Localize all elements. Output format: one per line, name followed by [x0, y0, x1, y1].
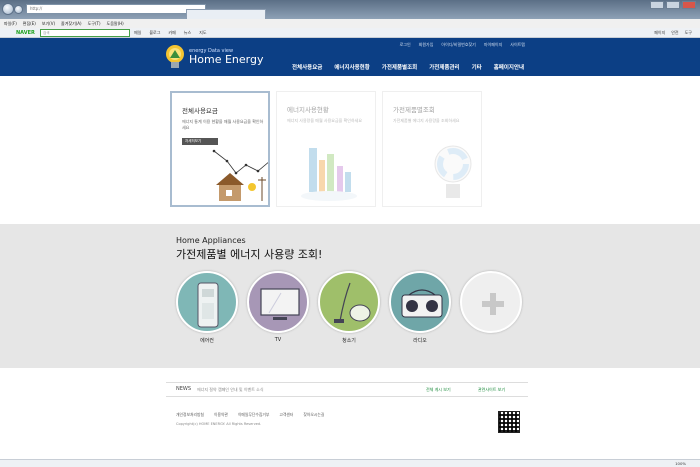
card-description: 가전제품별 에너지 사용량을 조회하세요	[393, 118, 460, 123]
card-description: 에너지 사용량을 매월 사용요금을 확인하세요	[287, 118, 363, 123]
news-headline[interactable]: 에너지 절약 캠페인 안내 및 이벤트 소식	[197, 383, 264, 396]
site-header: 로그인 회원가입 아이디/비밀번호찾기 마이페이지 사이트맵 energy Da…	[0, 38, 700, 76]
menu-tools[interactable]: 도구(T)	[88, 19, 101, 28]
card-appliance-lookup[interactable]: 가전제품별조회 가전제품별 에너지 사용량을 조회하세요	[382, 91, 482, 207]
card-total-fee[interactable]: 전체사용요금 에너지 통계 이용 현황을 매월 사용요금을 확인하세요 자세히보…	[170, 91, 270, 207]
browser-statusbar: 100%	[0, 459, 700, 467]
bulb-pie-illustration	[434, 145, 472, 198]
privacy-link[interactable]: 개인정보처리방침	[176, 412, 204, 418]
sitemap-link[interactable]: 사이트맵	[510, 42, 525, 48]
city-chart-illustration	[301, 148, 357, 201]
radio-icon[interactable]	[389, 271, 451, 333]
appliances-title-en: Home Appliances	[176, 236, 246, 245]
appliance-radio[interactable]: 라디오	[389, 271, 451, 344]
toolbar-safety[interactable]: 안전	[671, 28, 678, 38]
login-link[interactable]: 로그인	[400, 42, 411, 48]
tv-icon[interactable]	[247, 271, 309, 333]
appliance-label: TV	[274, 337, 282, 343]
card-title: 에너지사용현황	[287, 106, 329, 114]
window-controls	[650, 1, 696, 9]
footer-links: 개인정보처리방침 이용약관 이메일무단수집거부 고객센터 찾아오시는길	[176, 412, 324, 418]
vacuum-icon[interactable]	[318, 271, 380, 333]
add-icon[interactable]	[460, 271, 522, 333]
appliance-tv[interactable]: TV	[247, 271, 309, 344]
toolbar-tools[interactable]: 도구	[685, 28, 692, 38]
news-view-all-link[interactable]: 전체 게시 보기	[426, 383, 451, 396]
toolbar-news[interactable]: 뉴스	[184, 28, 191, 38]
nav-energy-usage[interactable]: 에너지사용현황	[328, 63, 375, 71]
appliance-vacuum[interactable]: 청소기	[318, 271, 380, 344]
menu-file[interactable]: 파일(F)	[4, 19, 17, 28]
address-bar[interactable]: http://	[26, 4, 206, 14]
utility-links: 로그인 회원가입 아이디/비밀번호찾기 마이페이지 사이트맵	[400, 42, 525, 48]
copyright: Copyright(c) HOME ENERGY. All Rights Res…	[176, 422, 262, 426]
nav-appliance-lookup[interactable]: 가전제품별조회	[376, 63, 423, 71]
find-account-link[interactable]: 아이디/비밀번호찾기	[441, 42, 475, 48]
zoom-level[interactable]: 100%	[675, 460, 686, 467]
toolbar-map[interactable]: 지도	[199, 28, 206, 38]
menu-help[interactable]: 도움말(H)	[107, 19, 124, 28]
menu-edit[interactable]: 편집(E)	[23, 19, 36, 28]
card-title: 전체사용요금	[182, 107, 218, 115]
menu-view[interactable]: 보기(V)	[42, 19, 55, 28]
back-button[interactable]	[2, 3, 14, 15]
news-label: NEWS	[176, 386, 192, 392]
logo-title: Home Energy	[189, 53, 264, 66]
naver-logo[interactable]: NAVER	[16, 29, 35, 37]
site-logo[interactable]: energy Data view Home Energy	[165, 44, 264, 70]
nav-home-guide[interactable]: 홈페이지안내	[488, 63, 530, 71]
card-description: 에너지 통계 이용 현황을 매월 사용요금을 확인하세요	[182, 119, 264, 130]
nav-total-fee[interactable]: 전체사용요금	[286, 63, 328, 71]
appliance-aircon[interactable]: 에어컨	[176, 271, 238, 344]
appliance-label: 청소기	[342, 338, 356, 344]
house-line-illustration	[212, 149, 268, 201]
toolbar-cafe[interactable]: 카페	[168, 28, 175, 38]
browser-menubar: 파일(F) 편집(E) 보기(V) 즐겨찾기(A) 도구(T) 도움말(H)	[0, 19, 700, 28]
maximize-button[interactable]	[666, 1, 680, 9]
appliance-label: 에어컨	[200, 338, 214, 344]
toolbar-mail[interactable]: 메일	[134, 28, 141, 38]
email-policy-link[interactable]: 이메일무단수집거부	[238, 412, 269, 418]
toolbar-blog[interactable]: 블로그	[149, 28, 160, 38]
terms-link[interactable]: 이용약관	[214, 412, 228, 418]
lightbulb-icon	[166, 45, 184, 68]
qr-code	[498, 411, 520, 433]
close-button[interactable]	[682, 1, 696, 9]
feature-cards: 전체사용요금 에너지 통계 이용 현황을 매월 사용요금을 확인하세요 자세히보…	[170, 91, 482, 207]
main-nav: 전체사용요금 에너지사용현황 가전제품별조회 가전제품관리 기타 홈페이지안내	[286, 63, 530, 71]
toolbar-page[interactable]: 페이지	[654, 28, 665, 38]
menu-favorites[interactable]: 즐겨찾기(A)	[61, 19, 82, 28]
browser-toolbar: NAVER 검색 메일 블로그 카페 뉴스 지도 페이지 안전 도구	[0, 28, 700, 38]
appliances-title-ko: 가전제품별 에너지 사용량 조회!	[176, 248, 323, 261]
mypage-link[interactable]: 마이페이지	[484, 42, 502, 48]
directions-link[interactable]: 찾아오시는길	[303, 412, 324, 418]
related-sites-link[interactable]: 관련사이트 보기	[478, 383, 505, 396]
aircon-icon[interactable]	[176, 271, 238, 333]
nav-appliance-manage[interactable]: 가전제품관리	[423, 63, 465, 71]
news-bar: NEWS 에너지 절약 캠페인 안내 및 이벤트 소식 전체 게시 보기 관련사…	[166, 382, 528, 397]
browser-tab[interactable]	[186, 9, 266, 19]
appliance-label: 라디오	[413, 338, 427, 344]
toolbar-search-input[interactable]: 검색	[40, 29, 130, 37]
card-title: 가전제품별조회	[393, 106, 435, 114]
support-link[interactable]: 고객센터	[279, 412, 293, 418]
appliance-list: 에어컨 TV 청소기 라디오	[176, 271, 522, 344]
nav-etc[interactable]: 기타	[466, 63, 488, 71]
signup-link[interactable]: 회원가입	[419, 42, 434, 48]
card-energy-usage[interactable]: 에너지사용현황 에너지 사용량을 매월 사용요금을 확인하세요	[276, 91, 376, 207]
minimize-button[interactable]	[650, 1, 664, 9]
forward-button[interactable]	[14, 5, 23, 14]
browser-titlebar: http://	[0, 0, 700, 19]
appliance-add[interactable]	[460, 271, 522, 344]
